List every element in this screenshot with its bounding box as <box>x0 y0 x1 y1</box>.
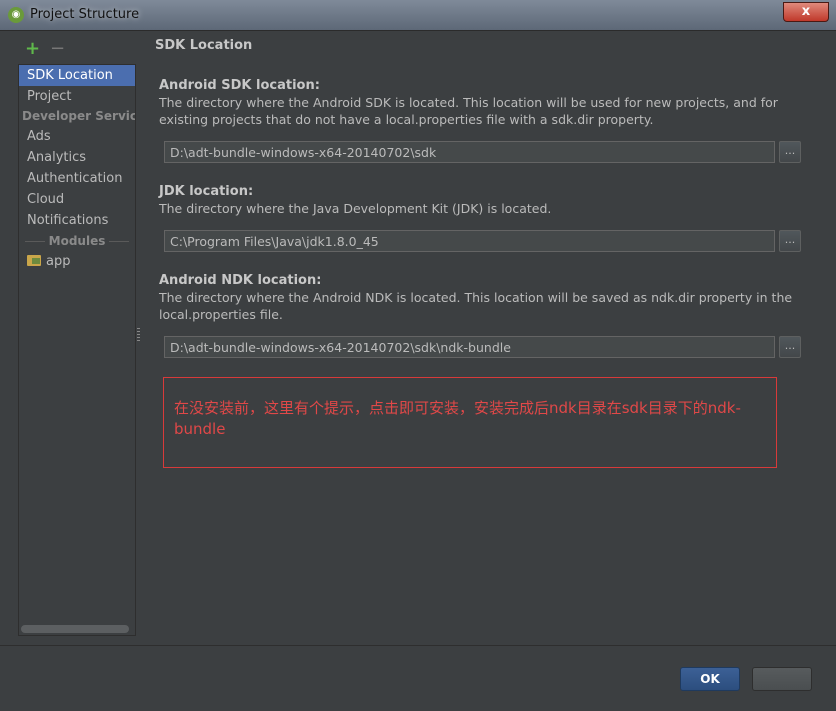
sidebar-item-project[interactable]: Project <box>19 86 135 107</box>
sidebar-item-analytics[interactable]: Analytics <box>19 147 135 168</box>
jdk-label: JDK location: <box>159 184 254 199</box>
sidebar-item-sdk-location[interactable]: SDK Location <box>19 65 135 86</box>
android-ndk-label: Android NDK location: <box>159 273 322 288</box>
sidebar-scrollbar[interactable] <box>21 625 129 633</box>
sidebar: SDK Location Project Developer Services … <box>18 64 136 636</box>
page-title: SDK Location <box>155 38 253 53</box>
sidebar-item-authentication[interactable]: Authentication <box>19 168 135 189</box>
android-ndk-description: The directory where the Android NDK is l… <box>159 290 793 322</box>
sidebar-item-app[interactable]: app <box>19 251 135 272</box>
sidebar-header-developer-services: Developer Services <box>22 109 136 123</box>
window-title: Project Structure <box>30 7 140 22</box>
android-ndk-path-input[interactable]: D:\adt-bundle-windows-x64-20140702\sdk\n… <box>164 336 775 358</box>
divider <box>109 240 129 242</box>
android-sdk-path-input[interactable]: D:\adt-bundle-windows-x64-20140702\sdk <box>164 141 775 163</box>
footer-divider <box>0 645 836 646</box>
annotation-box: 在没安装前，这里有个提示，点击即可安装，安装完成后ndk目录在sdk目录下的nd… <box>163 377 777 468</box>
remove-icon[interactable]: − <box>50 38 65 59</box>
jdk-group: JDK location: The directory where the Ja… <box>159 184 799 217</box>
title-bar: ◉ Project Structure x <box>0 0 836 31</box>
sidebar-item-label: app <box>46 254 71 269</box>
android-sdk-description: The directory where the Android SDK is l… <box>159 95 778 127</box>
sidebar-item-cloud[interactable]: Cloud <box>19 189 135 210</box>
cancel-button[interactable] <box>752 667 812 691</box>
splitter-handle[interactable] <box>137 328 140 342</box>
sidebar-item-ads[interactable]: Ads <box>19 126 135 147</box>
close-button[interactable]: x <box>783 2 829 22</box>
modules-label: Modules <box>48 234 106 248</box>
divider <box>25 240 45 242</box>
jdk-browse-button[interactable]: ... <box>779 230 801 252</box>
android-studio-icon: ◉ <box>8 7 24 23</box>
add-icon[interactable]: + <box>25 38 40 59</box>
android-ndk-browse-button[interactable]: ... <box>779 336 801 358</box>
ok-button[interactable]: OK <box>680 667 740 691</box>
sidebar-header-modules: Modules <box>19 231 135 251</box>
module-folder-icon <box>27 255 41 266</box>
android-ndk-group: Android NDK location: The directory wher… <box>159 273 799 323</box>
android-sdk-label: Android SDK location: <box>159 78 320 93</box>
android-sdk-group: Android SDK location: The directory wher… <box>159 78 799 128</box>
jdk-description: The directory where the Java Development… <box>159 201 552 216</box>
android-sdk-browse-button[interactable]: ... <box>779 141 801 163</box>
jdk-path-input[interactable]: C:\Program Files\Java\jdk1.8.0_45 <box>164 230 775 252</box>
sidebar-item-notifications[interactable]: Notifications <box>19 210 135 231</box>
